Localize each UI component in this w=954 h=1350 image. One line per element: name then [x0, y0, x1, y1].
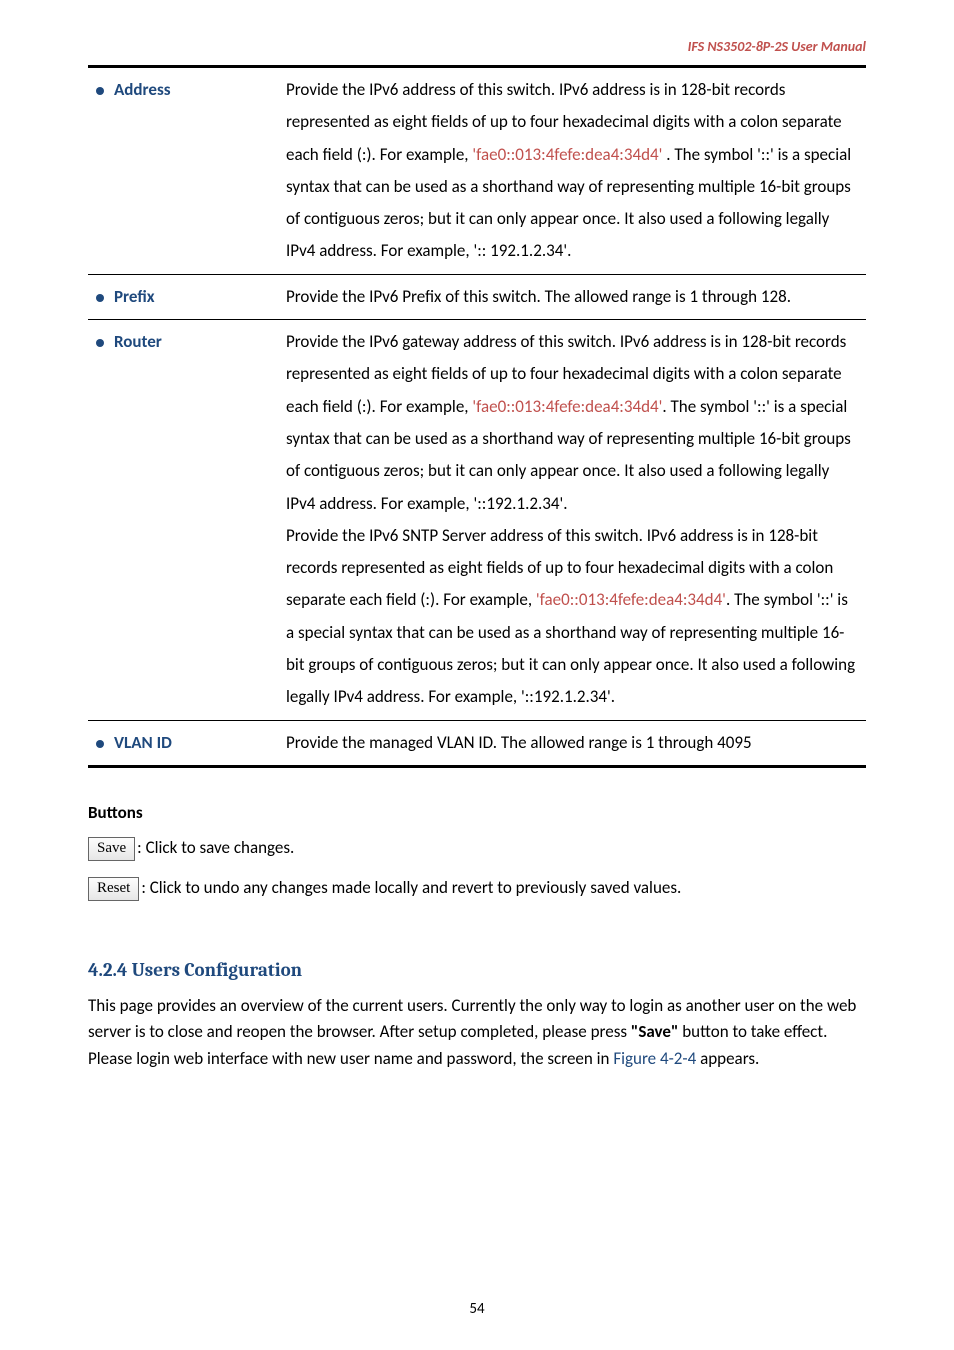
bullet-icon	[96, 740, 104, 748]
term-cell-router: Router	[88, 320, 276, 721]
term-cell-address: Address	[88, 67, 276, 275]
term-label: Address	[114, 79, 171, 100]
save-row: Save: Click to save changes.	[88, 837, 866, 861]
reset-desc: : Click to undo any changes made locally…	[141, 877, 681, 898]
page-number: 54	[0, 1300, 954, 1318]
term-label: Prefix	[114, 286, 155, 307]
term-label: Router	[114, 331, 162, 352]
config-heading: 4.2.4 Users Configuration	[88, 959, 866, 981]
save-desc: : Click to save changes.	[137, 837, 294, 858]
desc-example-red: 'fae0::013:4fefe:dea4:34d4'	[472, 144, 662, 165]
desc-example-red: 'fae0::013:4fefe:dea4:34d4'	[472, 396, 662, 417]
bullet-icon	[96, 339, 104, 347]
table-row: VLAN ID Provide the managed VLAN ID. The…	[88, 720, 866, 766]
reset-button[interactable]: Reset	[88, 877, 139, 901]
config-paragraph: This page provides an overview of the cu…	[88, 993, 866, 1072]
desc-cell-prefix: Provide the IPv6 Prefix of this switch. …	[276, 274, 866, 319]
buttons-section: Buttons Save: Click to save changes. Res…	[88, 802, 866, 901]
term-label: VLAN ID	[114, 732, 172, 753]
desc-text: Provide the IPv6 Prefix of this switch. …	[286, 286, 791, 307]
manual-header: IFS NS3502-8P-2S User Manual	[88, 38, 866, 55]
bullet-icon	[96, 294, 104, 302]
table-row: Address Provide the IPv6 address of this…	[88, 67, 866, 275]
para-text: appears.	[696, 1048, 759, 1069]
desc-cell-vlanid: Provide the managed VLAN ID. The allowed…	[276, 720, 866, 766]
para-figure-ref: Figure 4-2-4	[613, 1048, 696, 1069]
reset-row: Reset: Click to undo any changes made lo…	[88, 877, 866, 901]
save-button[interactable]: Save	[88, 837, 135, 861]
table-row: Router Provide the IPv6 gateway address …	[88, 320, 866, 721]
term-cell-prefix: Prefix	[88, 274, 276, 319]
desc-cell-router: Provide the IPv6 gateway address of this…	[276, 320, 866, 721]
desc-cell-address: Provide the IPv6 address of this switch.…	[276, 67, 866, 275]
para-strong-save: "Save"	[631, 1021, 679, 1042]
desc-example-red: 'fae0::013:4fefe:dea4:34d4'	[536, 589, 726, 610]
description-table: Address Provide the IPv6 address of this…	[88, 65, 866, 768]
bullet-icon	[96, 87, 104, 95]
term-cell-vlanid: VLAN ID	[88, 720, 276, 766]
buttons-heading: Buttons	[88, 802, 866, 823]
table-row: Prefix Provide the IPv6 Prefix of this s…	[88, 274, 866, 319]
desc-text: Provide the managed VLAN ID. The allowed…	[286, 732, 752, 753]
